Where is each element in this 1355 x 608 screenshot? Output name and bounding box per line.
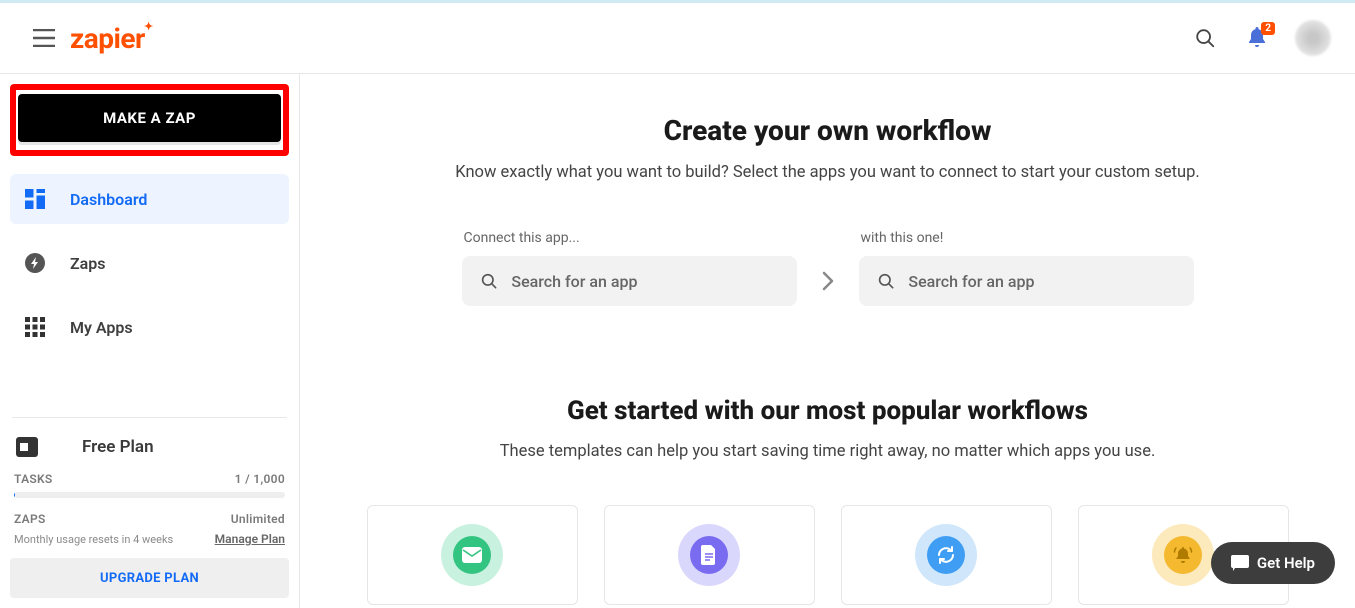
upgrade-plan-button[interactable]: UPGRADE PLAN — [10, 558, 289, 598]
manage-plan-link[interactable]: Manage Plan — [215, 532, 285, 546]
search-icon — [1194, 27, 1216, 49]
usage-reset-note: Monthly usage resets in 4 weeks — [14, 533, 173, 546]
sidebar-item-myapps[interactable]: My Apps — [10, 302, 289, 352]
workflow-card-document[interactable] — [604, 505, 815, 605]
popular-subheading: These templates can help you start savin… — [360, 442, 1295, 461]
sidebar-nav: Dashboard Zaps My Apps — [10, 170, 289, 366]
notifications-button[interactable]: 2 — [1235, 16, 1279, 60]
tasks-usage-row: TASKS 1 / 1,000 — [10, 472, 289, 486]
zaps-label: ZAPS — [14, 512, 46, 526]
search-icon — [480, 271, 498, 291]
sidebar-item-zaps[interactable]: Zaps — [10, 238, 289, 288]
dashboard-icon — [24, 188, 46, 210]
sync-icon — [936, 545, 956, 565]
page-heading: Create your own workflow — [360, 114, 1295, 147]
plan-name: Free Plan — [82, 437, 154, 457]
main-content: Create your own workflow Know exactly wh… — [300, 74, 1355, 608]
make-zap-highlight-box: MAKE A ZAP — [10, 84, 289, 156]
plan-icon — [16, 436, 38, 458]
tasks-value: 1 / 1,000 — [235, 472, 285, 486]
topbar: zapier ✦ 2 — [0, 3, 1355, 74]
get-help-label: Get Help — [1257, 554, 1315, 572]
user-avatar[interactable] — [1295, 20, 1331, 56]
source-app-input[interactable] — [511, 272, 778, 291]
bell-ring-icon — [1173, 545, 1193, 565]
plan-row: Free Plan — [10, 436, 289, 458]
envelope-icon — [462, 547, 482, 563]
document-icon — [701, 545, 717, 565]
tasks-label: TASKS — [14, 472, 53, 486]
usage-footer: Monthly usage resets in 4 weeks Manage P… — [10, 532, 289, 546]
connect-label-target: with this one! — [859, 230, 944, 246]
source-app-search[interactable] — [462, 256, 797, 306]
logo-star-icon: ✦ — [144, 20, 153, 33]
workflow-card-sync[interactable] — [841, 505, 1052, 605]
target-app-input[interactable] — [908, 272, 1175, 291]
connect-apps-row: Connect this app... with this one! — [360, 230, 1295, 306]
chevron-right-icon — [815, 268, 841, 294]
sidebar-item-label: Dashboard — [70, 190, 147, 209]
search-button[interactable] — [1183, 16, 1227, 60]
make-zap-button[interactable]: MAKE A ZAP — [18, 94, 281, 142]
sidebar-item-label: My Apps — [70, 318, 133, 337]
workflow-card-email[interactable] — [367, 505, 578, 605]
popular-heading: Get started with our most popular workfl… — [360, 396, 1295, 426]
apps-grid-icon — [24, 316, 46, 338]
workflow-cards-row — [360, 505, 1295, 605]
zaps-usage-row: ZAPS Unlimited — [10, 512, 289, 526]
notification-count-badge: 2 — [1261, 22, 1275, 35]
target-app-search[interactable] — [859, 256, 1194, 306]
tasks-progress-bar — [14, 492, 285, 498]
sidebar-item-label: Zaps — [70, 254, 106, 273]
sidebar: MAKE A ZAP Dashboard Zaps My Apps — [0, 74, 300, 608]
hamburger-menu-button[interactable] — [24, 18, 64, 58]
logo-text: zapier — [70, 22, 145, 55]
hamburger-icon — [33, 29, 55, 47]
connect-label-source: Connect this app... — [462, 230, 580, 246]
get-help-button[interactable]: Get Help — [1211, 542, 1335, 584]
sidebar-divider — [12, 417, 287, 418]
chat-icon — [1231, 555, 1249, 571]
zap-bolt-icon — [24, 252, 46, 274]
zaps-value: Unlimited — [231, 512, 285, 526]
sidebar-item-dashboard[interactable]: Dashboard — [10, 174, 289, 224]
page-subheading: Know exactly what you want to build? Sel… — [360, 163, 1295, 182]
zapier-logo[interactable]: zapier ✦ — [70, 22, 145, 55]
search-icon — [877, 271, 895, 291]
